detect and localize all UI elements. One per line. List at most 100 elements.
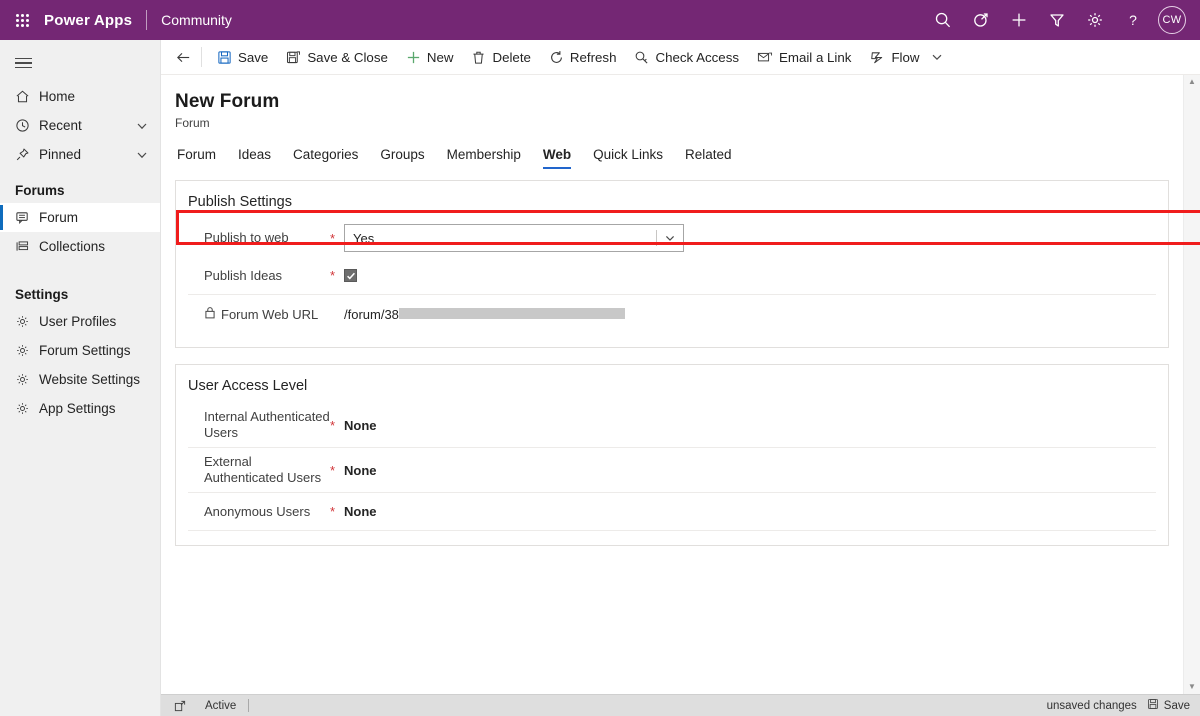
sidebar-item-label: Recent (39, 118, 82, 133)
delete-button[interactable]: Delete (462, 41, 539, 73)
tab-groups[interactable]: Groups (369, 144, 435, 169)
sidebar-group-settings: Settings (15, 287, 69, 302)
command-label: Delete (492, 49, 531, 65)
sidebar-item-forum-settings[interactable]: Forum Settings (0, 336, 160, 365)
command-divider (201, 47, 202, 67)
chevron-down-icon[interactable] (136, 120, 160, 132)
page-title: New Forum (175, 91, 280, 112)
sidebar-item-label: Forum (39, 210, 79, 225)
content-region: New Forum Forum Forum Ideas Categories G… (161, 75, 1200, 694)
status-left: Active (161, 699, 250, 712)
save-icon (1147, 698, 1159, 713)
sidebar-item-recent[interactable]: Recent (0, 111, 160, 140)
command-label: Check Access (655, 49, 739, 65)
sidebar-item-label: Forum Settings (39, 343, 131, 358)
tab-forum[interactable]: Forum (175, 144, 227, 169)
sidebar-item-home[interactable]: Home (0, 82, 160, 111)
tab-quick-links[interactable]: Quick Links (582, 144, 674, 169)
command-label: Flow (891, 49, 920, 65)
forum-icon (15, 210, 39, 225)
help-icon[interactable]: ? (1114, 0, 1152, 40)
scroll-up-arrow-icon[interactable]: ▲ (1188, 78, 1196, 86)
tab-categories[interactable]: Categories (282, 144, 369, 169)
flow-icon (869, 50, 885, 65)
command-label: Save & Close (307, 49, 388, 65)
user-access-level-section: User Access Level Internal Authenticated… (175, 364, 1169, 546)
user-access-level-title: User Access Level (188, 378, 308, 394)
sidebar-item-app-settings[interactable]: App Settings (0, 394, 160, 423)
status-bar: Active unsaved changes Save (161, 694, 1200, 716)
scrollbar-track[interactable] (1184, 86, 1200, 683)
chevron-down-icon[interactable] (136, 149, 160, 161)
command-label: Email a Link (779, 49, 852, 65)
popout-icon[interactable] (169, 700, 191, 712)
sidebar-item-forum[interactable]: Forum (0, 203, 160, 232)
sidebar-item-label: Home (39, 89, 76, 104)
tab-web[interactable]: Web (532, 144, 582, 169)
email-a-link-button[interactable]: Email a Link (748, 41, 860, 73)
gear-icon (15, 372, 39, 387)
sidebar-item-collections[interactable]: Collections (0, 232, 160, 261)
command-overflow-chevron-icon[interactable] (929, 51, 951, 63)
save-and-close-button[interactable]: Save & Close (277, 41, 397, 73)
settings-gear-icon[interactable] (1076, 0, 1114, 40)
filter-icon[interactable] (1038, 0, 1076, 40)
forum-web-url-value-group: /forum/38 (344, 307, 625, 322)
save-close-icon (286, 50, 301, 65)
vertical-scrollbar[interactable]: ▲ ▼ (1183, 75, 1200, 694)
publish-ideas-checkbox[interactable] (344, 269, 357, 282)
quick-create-icon[interactable] (1000, 0, 1038, 40)
nav-collapse-button[interactable] (0, 44, 160, 82)
new-button[interactable]: New (397, 41, 463, 73)
publish-to-web-dropdown[interactable]: Yes (344, 224, 684, 252)
assistant-icon[interactable] (962, 0, 1000, 40)
required-marker: * (330, 268, 336, 283)
refresh-button[interactable]: Refresh (540, 41, 626, 73)
sidebar-item-label: User Profiles (39, 314, 117, 329)
publish-to-web-label: Publish to web (204, 230, 289, 245)
record-state: Active (205, 699, 237, 712)
publish-to-web-row: Publish to web * Yes (176, 210, 1200, 257)
publish-to-web-value: Yes (353, 230, 375, 246)
svg-text:?: ? (1129, 12, 1137, 28)
form-tabs: Forum Ideas Categories Groups Membership… (161, 130, 1183, 169)
key-icon (634, 50, 649, 65)
app-header: Power Apps Community ? CW (0, 0, 1200, 40)
status-right: unsaved changes Save (1047, 698, 1200, 713)
required-marker: * (330, 462, 336, 478)
save-icon (217, 50, 232, 65)
internal-authenticated-users-value[interactable]: None (344, 418, 377, 433)
tab-ideas[interactable]: Ideas (227, 144, 282, 169)
refresh-icon (549, 50, 564, 65)
required-marker: * (330, 230, 336, 246)
clock-icon (15, 118, 39, 133)
internal-authenticated-users-label: Internal Authenticated Users (204, 409, 330, 440)
avatar[interactable]: CW (1158, 6, 1186, 34)
tab-related[interactable]: Related (674, 144, 743, 169)
search-icon[interactable] (924, 0, 962, 40)
external-authenticated-users-label: External Authenticated Users (204, 454, 322, 485)
external-authenticated-users-value[interactable]: None (344, 463, 377, 478)
back-button[interactable] (167, 40, 199, 74)
status-save-button[interactable]: Save (1147, 698, 1190, 713)
tab-membership[interactable]: Membership (436, 144, 532, 169)
save-button[interactable]: Save (208, 41, 277, 73)
anonymous-users-value[interactable]: None (344, 504, 377, 519)
sidebar-item-website-settings[interactable]: Website Settings (0, 365, 160, 394)
lock-icon (204, 306, 216, 322)
redacted-url-segment (398, 307, 625, 319)
scroll-down-arrow-icon[interactable]: ▼ (1188, 683, 1196, 691)
sidebar-item-pinned[interactable]: Pinned (0, 140, 160, 169)
sidebar-item-user-profiles[interactable]: User Profiles (0, 307, 160, 336)
required-marker: * (330, 417, 336, 433)
chevron-down-icon[interactable] (657, 232, 683, 244)
app-area-name[interactable]: Community (147, 12, 232, 28)
flow-button[interactable]: Flow (860, 41, 928, 73)
brand-name[interactable]: Power Apps (44, 12, 146, 29)
check-access-button[interactable]: Check Access (625, 41, 748, 73)
command-bar: Save Save & Close New Delete Refresh Che… (161, 40, 1200, 75)
gear-icon (15, 343, 39, 358)
sidebar-item-label: App Settings (39, 401, 116, 416)
anonymous-users-label: Anonymous Users (204, 503, 311, 519)
app-launcher-button[interactable] (0, 0, 44, 40)
